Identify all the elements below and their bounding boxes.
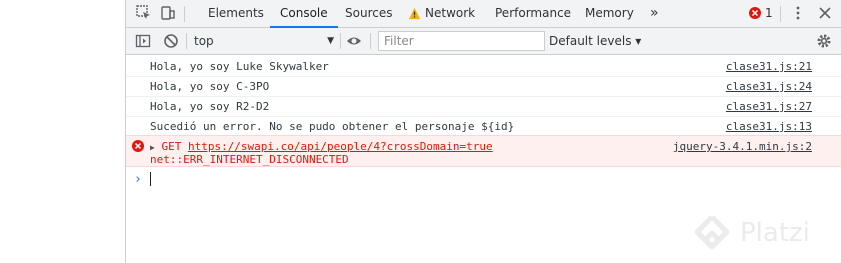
source-link[interactable]: jquery-3.4.1.min.js:2	[673, 140, 812, 153]
console-message: Hola, yo soy R2-D2 clase31.js:27	[126, 96, 841, 117]
more-tabs-button[interactable]: »	[648, 0, 661, 27]
clear-console-icon[interactable]	[163, 33, 179, 49]
live-expression-eye-icon[interactable]	[346, 33, 362, 49]
source-link[interactable]: clase31.js:21	[726, 60, 812, 73]
device-toolbar-icon[interactable]	[160, 5, 176, 21]
source-link[interactable]: clase31.js:24	[726, 80, 812, 93]
tab-sources[interactable]: Sources	[343, 0, 394, 27]
toolbar-divider	[370, 33, 371, 49]
toolbar-divider	[184, 6, 185, 22]
filter-input[interactable]: Filter	[378, 31, 545, 51]
tab-performance[interactable]: Performance	[493, 0, 573, 27]
dropdown-arrow-icon: ▼	[327, 36, 334, 46]
console-message: Hola, yo soy C-3PO clase31.js:24	[126, 76, 841, 97]
close-icon[interactable]	[817, 5, 833, 21]
error-count-icon	[749, 7, 761, 19]
watermark-text: Platzi	[740, 218, 810, 248]
error-count[interactable]: 1	[763, 0, 775, 27]
settings-gear-icon[interactable]	[816, 33, 832, 49]
toolbar-divider	[780, 6, 781, 22]
warning-icon	[408, 7, 421, 20]
tab-console[interactable]: Console	[270, 0, 338, 28]
tab-network[interactable]: Network	[423, 0, 477, 27]
console-message: Hola, yo soy Luke Skywalker clase31.js:2…	[126, 56, 841, 77]
devtools-tab-bar: Elements Console Sources Network Perform…	[126, 0, 841, 28]
console-message: Sucedió un error. No se pudo obtener el …	[126, 116, 841, 137]
default-levels-dropdown[interactable]: Default levels ▾	[549, 32, 641, 50]
tab-elements[interactable]: Elements	[206, 0, 266, 27]
inspect-element-icon[interactable]	[136, 5, 152, 21]
source-link[interactable]: clase31.js:13	[726, 120, 812, 133]
error-request-line[interactable]: ▶ GET https://swapi.co/api/people/4?cros…	[150, 140, 493, 153]
error-detail: net::ERR_INTERNET_DISCONNECTED	[150, 153, 349, 166]
tab-memory[interactable]: Memory	[583, 0, 636, 27]
context-value: top	[194, 34, 214, 48]
expand-triangle-icon[interactable]: ▶	[150, 143, 155, 152]
platzi-watermark: Platzi	[692, 214, 832, 254]
message-text: Hola, yo soy R2-D2	[150, 100, 270, 113]
console-prompt-icon: ›	[134, 172, 142, 187]
error-icon	[132, 140, 144, 152]
request-method: GET	[161, 140, 182, 153]
message-text: Hola, yo soy C-3PO	[150, 80, 270, 93]
show-sidebar-icon[interactable]	[135, 33, 151, 49]
toolbar-divider	[340, 33, 341, 49]
console-error-message: ▶ GET https://swapi.co/api/people/4?cros…	[126, 135, 841, 167]
console-toolbar: top ▼ Filter Default levels ▾	[126, 28, 841, 55]
console-input-caret[interactable]	[150, 172, 151, 186]
toolbar-divider	[186, 33, 187, 49]
source-link[interactable]: clase31.js:27	[726, 100, 812, 113]
request-url[interactable]: https://swapi.co/api/people/4?crossDomai…	[188, 140, 493, 153]
message-text: Hola, yo soy Luke Skywalker	[150, 60, 329, 73]
context-selector[interactable]: top ▼	[194, 32, 334, 50]
message-text: Sucedió un error. No se pudo obtener el …	[150, 120, 515, 133]
platzi-logo-icon	[694, 215, 730, 250]
more-options-icon[interactable]	[790, 5, 806, 21]
